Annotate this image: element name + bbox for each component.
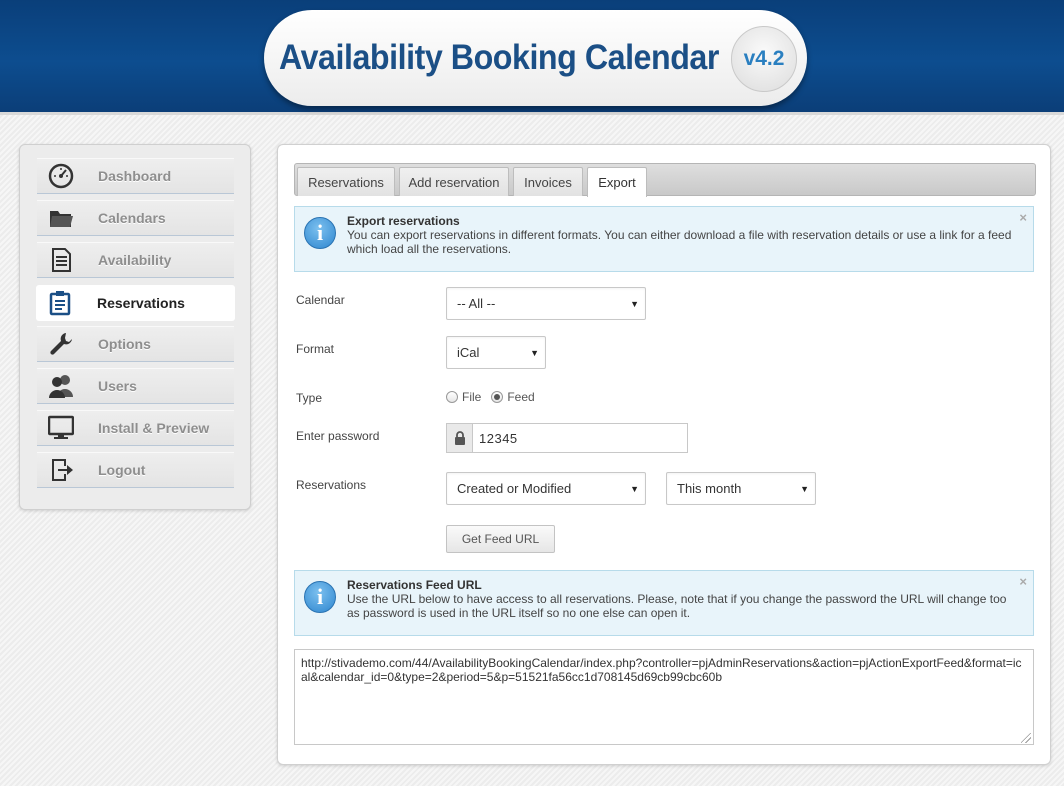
app-logo: Availability Booking Calendar v4.2 — [264, 10, 807, 106]
main-panel: Reservations Add reservation Invoices Ex… — [277, 144, 1051, 765]
info-icon: i — [304, 217, 336, 249]
wrench-icon — [48, 331, 74, 357]
sidebar-item-label: Logout — [98, 462, 146, 478]
get-feed-url-button[interactable]: Get Feed URL — [446, 525, 555, 553]
password-input[interactable] — [473, 424, 687, 452]
close-icon[interactable]: × — [1019, 574, 1027, 589]
sidebar-item-label: Calendars — [98, 210, 166, 226]
sidebar: Dashboard Calendars Availability Reserva… — [19, 144, 251, 510]
type-radio-feed[interactable] — [491, 391, 504, 403]
sidebar-item-reservations[interactable]: Reservations — [36, 285, 235, 321]
app-version-badge: v4.2 — [731, 26, 797, 92]
tab-add-reservation[interactable]: Add reservation — [399, 167, 509, 196]
sidebar-item-dashboard[interactable]: Dashboard — [37, 158, 234, 194]
sidebar-item-calendars[interactable]: Calendars — [37, 200, 234, 236]
speedometer-icon — [48, 163, 74, 189]
format-select[interactable]: iCal ▼ — [446, 336, 546, 369]
document-list-icon — [48, 247, 74, 273]
period-select[interactable]: This month ▼ — [666, 472, 816, 505]
sidebar-item-options[interactable]: Options — [37, 326, 234, 362]
sidebar-item-availability[interactable]: Availability — [37, 242, 234, 278]
feed-url-textarea[interactable]: http://stivademo.com/44/AvailabilityBook… — [294, 649, 1034, 745]
notice-body: You can export reservations in different… — [347, 228, 1012, 256]
type-label: Type — [296, 391, 323, 405]
notice-body: Use the URL below to have access to all … — [347, 592, 1007, 620]
reservations-filter-select[interactable]: Created or Modified ▼ — [446, 472, 646, 505]
calendar-select-value: -- All -- — [457, 296, 496, 311]
password-label: Enter password — [296, 429, 380, 443]
sidebar-item-logout[interactable]: Logout — [37, 452, 234, 488]
logout-icon — [48, 457, 74, 483]
format-select-value: iCal — [457, 345, 480, 360]
type-radio-group: File Feed — [446, 390, 535, 404]
tab-invoices[interactable]: Invoices — [513, 167, 583, 196]
close-icon[interactable]: × — [1019, 210, 1027, 225]
notice-title: Export reservations — [347, 214, 460, 228]
sidebar-item-label: Users — [98, 378, 137, 394]
export-info-notice: i Export reservations You can export res… — [294, 206, 1034, 272]
resize-handle[interactable] — [1021, 733, 1031, 743]
folder-icon — [48, 205, 74, 231]
reservations-filter-label: Reservations — [296, 478, 367, 492]
notice-title: Reservations Feed URL — [347, 578, 482, 592]
feed-url-info-notice: i Reservations Feed URL Use the URL belo… — [294, 570, 1034, 636]
sidebar-item-users[interactable]: Users — [37, 368, 234, 404]
format-label: Format — [296, 342, 335, 356]
reservations-filter-value: Created or Modified — [457, 481, 572, 496]
chevron-down-icon: ▼ — [630, 299, 639, 309]
calendar-label: Calendar — [296, 293, 345, 307]
tab-reservations[interactable]: Reservations — [297, 167, 395, 196]
period-select-value: This month — [677, 481, 742, 496]
app-header: Availability Booking Calendar v4.2 — [0, 0, 1064, 115]
sidebar-item-label: Options — [98, 336, 151, 352]
type-radio-file[interactable] — [446, 391, 458, 403]
tab-export[interactable]: Export — [587, 167, 647, 197]
sidebar-item-label: Reservations — [97, 295, 185, 311]
monitor-icon — [48, 415, 74, 441]
clipboard-icon — [47, 290, 73, 316]
sidebar-item-label: Dashboard — [98, 168, 172, 184]
lock-icon — [447, 424, 473, 452]
chevron-down-icon: ▼ — [800, 484, 809, 494]
users-icon — [48, 373, 74, 399]
type-radio-feed-label: Feed — [507, 390, 535, 404]
info-icon: i — [304, 581, 336, 613]
type-radio-file-label: File — [462, 390, 482, 404]
app-title: Availability Booking Calendar — [279, 38, 719, 77]
calendar-select[interactable]: -- All -- ▼ — [446, 287, 646, 320]
chevron-down-icon: ▼ — [630, 484, 639, 494]
password-field-wrapper — [446, 423, 688, 453]
sidebar-item-label: Install & Preview — [98, 420, 210, 436]
chevron-down-icon: ▼ — [530, 348, 539, 358]
tab-bar: Reservations Add reservation Invoices Ex… — [294, 163, 1036, 197]
sidebar-item-label: Availability — [98, 252, 172, 268]
sidebar-item-install-preview[interactable]: Install & Preview — [37, 410, 234, 446]
